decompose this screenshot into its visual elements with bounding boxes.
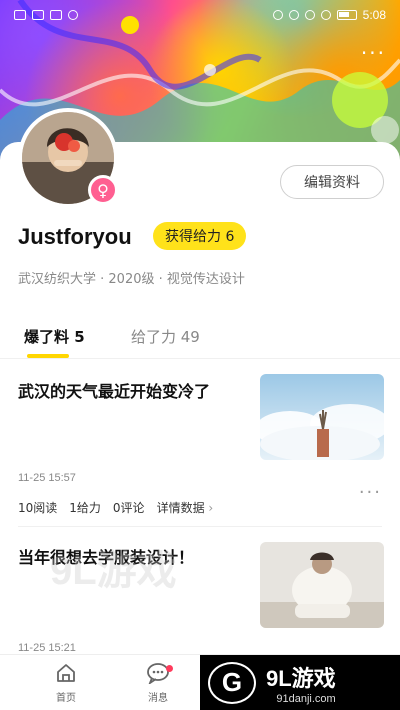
post-title[interactable]: 当年很想去学服装设计！ <box>18 544 248 568</box>
tab-posts[interactable]: 爆了料 5 <box>24 326 85 347</box>
list-item[interactable]: 武汉的天气最近开始变冷了 11-25 15:57 10阅读 1给力 0评论 详情… <box>0 362 400 527</box>
post-stats: 10阅读 1给力 0评论 详情数据 › <box>18 499 213 516</box>
status-bar: 5:08 <box>0 0 400 30</box>
watermark-logo: G <box>208 661 256 704</box>
username: Justforyou <box>18 224 132 249</box>
list-item[interactable]: 当年很想去学服装设计！ 11-25 15:21 <box>0 530 400 654</box>
unread-dot <box>166 665 173 672</box>
app-icon <box>68 10 78 20</box>
profile-bio: 武汉纺织大学 · 2020级 · 视觉传达设计 <box>18 272 245 287</box>
post-title[interactable]: 武汉的天气最近开始变冷了 <box>18 378 248 402</box>
signal-icon <box>50 10 62 20</box>
tabs-divider <box>0 358 400 359</box>
watermark-brand: 9L游戏 <box>266 665 336 691</box>
mute-icon <box>320 10 331 20</box>
watermark: G 9L游戏 91danji.com <box>200 655 400 710</box>
signal-icon <box>14 10 26 20</box>
bluetooth-icon <box>304 10 315 20</box>
nav-home-label: 首页 <box>56 693 76 704</box>
divider <box>18 526 382 527</box>
tab-likes[interactable]: 给了力 49 <box>131 326 200 347</box>
detail-data-label: 详情数据 <box>156 501 205 515</box>
battery-icon <box>336 10 357 20</box>
status-time: 5:08 <box>362 8 386 22</box>
edit-profile-button[interactable]: 编辑资料 <box>280 165 384 199</box>
nav-messages[interactable]: 消息 <box>128 661 188 704</box>
power-badge[interactable]: 获得给力 6 <box>153 222 247 250</box>
post-thumbnail[interactable] <box>260 374 384 460</box>
post-thumbnail[interactable] <box>260 542 384 628</box>
read-count: 10阅读 <box>18 501 58 515</box>
headset-icon <box>272 10 283 20</box>
nav-home[interactable]: 首页 <box>36 661 96 704</box>
like-count: 1给力 <box>69 501 101 515</box>
chat-icon <box>146 661 170 685</box>
alarm-icon <box>288 10 299 20</box>
watermark-url: 91danji.com <box>276 692 336 705</box>
nav-messages-label: 消息 <box>148 693 168 704</box>
post-time: 11-25 15:21 <box>18 642 76 654</box>
post-time: 11-25 15:57 <box>18 472 76 484</box>
more-options-button[interactable]: ··· <box>361 43 386 63</box>
wifi-icon <box>32 10 44 20</box>
female-icon: ♀ <box>88 175 118 205</box>
comment-count: 0评论 <box>112 501 145 515</box>
post-more-button[interactable]: ··· <box>359 482 382 503</box>
home-icon <box>54 661 78 685</box>
chevron-right-icon: › <box>208 501 214 515</box>
detail-data-link[interactable]: 详情数据 › <box>157 499 214 516</box>
profile-tabs: 爆了料 5 给了力 49 <box>0 318 400 360</box>
